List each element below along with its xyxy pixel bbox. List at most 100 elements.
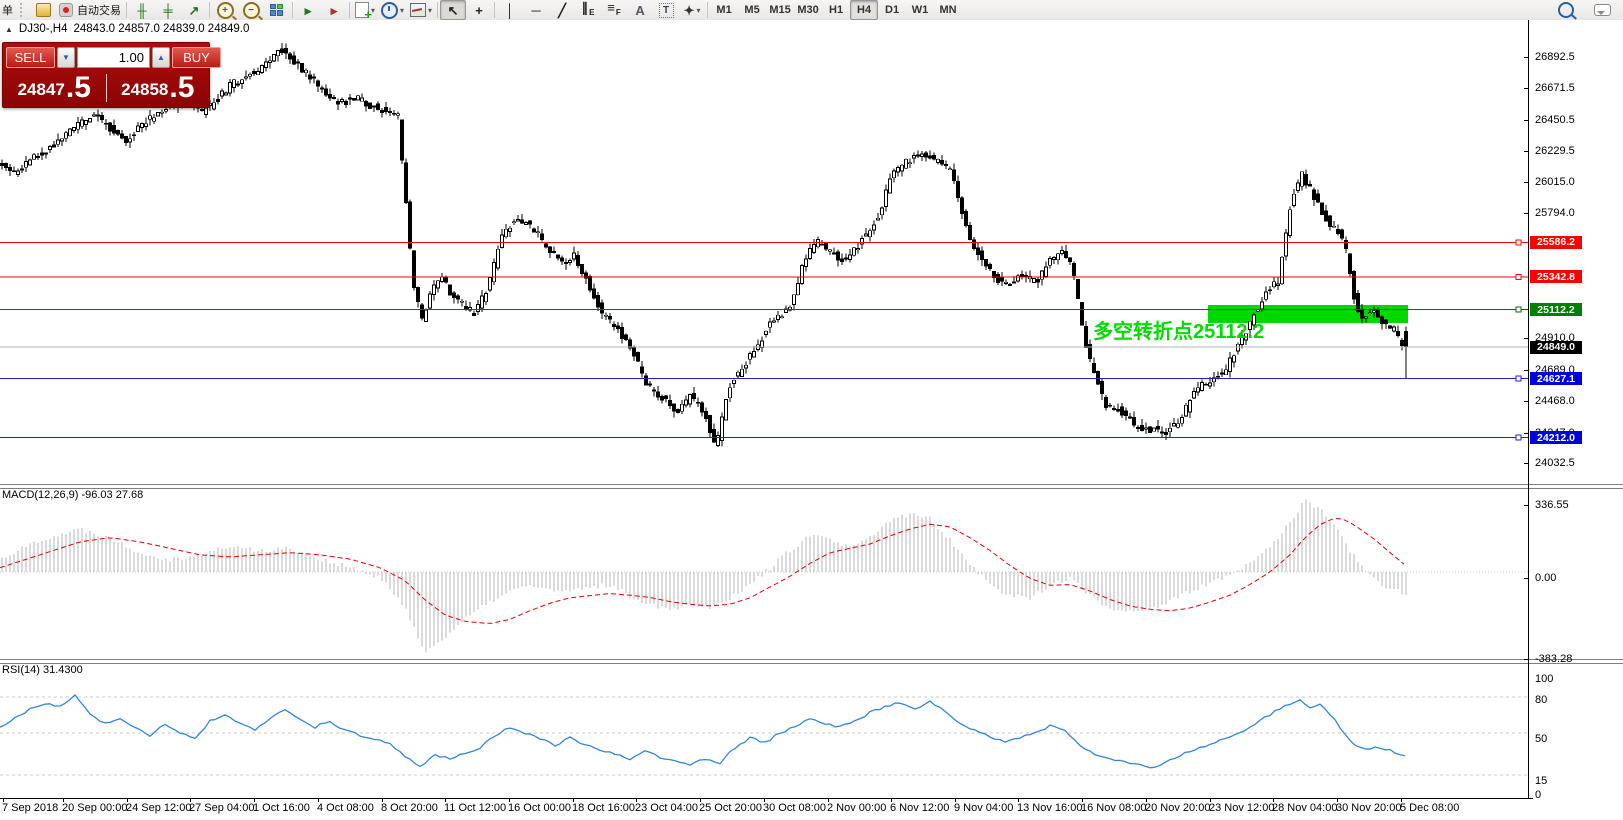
timeframe-m15[interactable]: M15 bbox=[766, 0, 794, 20]
chart-shift-icon[interactable]: ▸ bbox=[321, 0, 347, 20]
rsi-axis-label: 100 bbox=[1535, 673, 1553, 685]
level-price-label: 24212.0 bbox=[1530, 431, 1582, 444]
volume-up-button[interactable]: ▲ bbox=[152, 47, 170, 68]
axis-tick bbox=[1524, 57, 1529, 58]
volume-down-button[interactable]: ▼ bbox=[57, 47, 75, 68]
vertical-line-icon[interactable]: │ bbox=[497, 0, 523, 20]
price-axis[interactable] bbox=[1528, 20, 1529, 799]
axis-tick bbox=[1524, 433, 1529, 434]
periods-clock-icon[interactable]: ▾ bbox=[378, 0, 407, 20]
pivot-annotation[interactable]: 多空转折点25112.2 bbox=[1093, 319, 1264, 343]
axis-tick bbox=[1524, 213, 1529, 214]
macd-signal-line bbox=[0, 519, 1404, 624]
fibonacci-icon[interactable]: ≡F bbox=[601, 0, 627, 20]
price-chart-pane[interactable]: 多空转折点25112.2 bbox=[0, 20, 1528, 484]
axis-tick bbox=[1524, 578, 1529, 579]
templates-icon[interactable]: ▾ bbox=[407, 0, 435, 20]
axis-tick-label: 24032.5 bbox=[1535, 457, 1575, 469]
bar-chart-icon[interactable]: ╫ bbox=[129, 0, 155, 20]
axis-tick-label: 26015.0 bbox=[1535, 176, 1575, 188]
one-click-trading-panel: SELL ▼ 1.00 ▲ BUY 24847 .5 24858 .5 bbox=[2, 42, 210, 108]
volume-input[interactable]: 1.00 bbox=[77, 47, 150, 68]
autotrading-button[interactable]: 自动交易 bbox=[56, 0, 124, 20]
time-tick-label: 11 Oct 12:00 bbox=[444, 802, 506, 814]
rsi-axis-label: 0 bbox=[1535, 789, 1541, 801]
timeframe-d1[interactable]: D1 bbox=[878, 0, 906, 20]
equidistant-channel-icon[interactable]: ∥E bbox=[575, 0, 601, 20]
axis-tick bbox=[1524, 370, 1529, 371]
chart-window[interactable]: 多空转折点25112.2 ▲ DJ30-,H4 24843.0 24857.0 … bbox=[0, 20, 1623, 820]
new-order-icon[interactable] bbox=[30, 0, 56, 20]
cursor-icon[interactable]: ↖ bbox=[440, 0, 466, 20]
timeframe-h1[interactable]: H1 bbox=[822, 0, 850, 20]
time-tick-label: 24 Sep 12:00 bbox=[126, 802, 191, 814]
axis-tick bbox=[1524, 338, 1529, 339]
auto-scroll-icon[interactable]: ▸ bbox=[295, 0, 321, 20]
axis-tick-label: 26892.5 bbox=[1535, 51, 1575, 63]
chat-icon[interactable] bbox=[1589, 0, 1615, 20]
time-tick-label: 27 Sep 04:00 bbox=[189, 802, 254, 814]
time-tick-label: 1 Oct 16:00 bbox=[253, 802, 310, 814]
level-price-label: 25112.2 bbox=[1530, 303, 1582, 316]
chart-title: ▲ DJ30-,H4 24843.0 24857.0 24839.0 24849… bbox=[5, 23, 249, 35]
line-chart-icon[interactable]: ↗ bbox=[181, 0, 207, 20]
axis-tick bbox=[1524, 120, 1529, 121]
buy-button[interactable]: BUY bbox=[172, 47, 221, 68]
axis-tick-label: 26671.5 bbox=[1535, 82, 1575, 94]
current-price-label: 24849.0 bbox=[1530, 341, 1582, 354]
time-tick-label: 16 Nov 08:00 bbox=[1081, 802, 1146, 814]
level-price-label: 24627.1 bbox=[1530, 372, 1582, 385]
axis-tick bbox=[1524, 505, 1529, 506]
ohlc-values: 24843.0 24857.0 24839.0 24849.0 bbox=[74, 23, 250, 35]
timeframe-h4[interactable]: H4 bbox=[850, 0, 878, 20]
time-tick-label: 7 Sep 2018 bbox=[2, 802, 58, 814]
macd-indicator-label: MACD(12,26,9) -96.03 27.68 bbox=[2, 489, 143, 501]
horizontal-line-icon[interactable]: ─ bbox=[523, 0, 549, 20]
time-tick-label: 16 Oct 00:00 bbox=[508, 802, 571, 814]
ask-price[interactable]: 24858 .5 bbox=[107, 71, 210, 105]
macd-axis-label: 336.55 bbox=[1535, 499, 1569, 511]
axis-tick-label: 26450.5 bbox=[1535, 114, 1575, 126]
ask-main-digits: 24858 bbox=[121, 77, 168, 103]
macd-axis-label: 0.00 bbox=[1535, 572, 1556, 584]
one-click-toggle-icon[interactable]: ▲ bbox=[5, 25, 13, 34]
time-tick-label: 13 Nov 16:00 bbox=[1017, 802, 1082, 814]
text-label-icon[interactable]: T bbox=[653, 0, 679, 20]
time-tick-label: 4 Oct 08:00 bbox=[317, 802, 374, 814]
arrows-icon[interactable]: ✦▾ bbox=[679, 0, 705, 20]
symbol-period-label: DJ30-,H4 bbox=[19, 23, 68, 35]
autotrading-label: 自动交易 bbox=[77, 2, 121, 18]
sell-button[interactable]: SELL bbox=[6, 47, 55, 68]
text-icon[interactable]: A bbox=[627, 0, 653, 20]
time-tick-label: 5 Dec 08:00 bbox=[1400, 802, 1459, 814]
timeframe-m5[interactable]: M5 bbox=[738, 0, 766, 20]
zoom-out-icon[interactable]: − bbox=[238, 0, 264, 20]
bid-main-digits: 24847 bbox=[18, 77, 65, 103]
crosshair-icon[interactable]: + bbox=[466, 0, 492, 20]
candlestick-icon[interactable]: ╪ bbox=[155, 0, 181, 20]
zoom-in-icon[interactable]: + bbox=[212, 0, 238, 20]
time-tick-label: 23 Oct 04:00 bbox=[635, 802, 698, 814]
timeframe-mn[interactable]: MN bbox=[934, 0, 962, 20]
timeframe-m1[interactable]: M1 bbox=[710, 0, 738, 20]
macd-pane[interactable] bbox=[0, 487, 1528, 659]
trendline-icon[interactable]: ╱ bbox=[549, 0, 575, 20]
time-tick-label: 25 Oct 20:00 bbox=[699, 802, 762, 814]
axis-tick bbox=[1524, 88, 1529, 89]
axis-tick-label: 24468.0 bbox=[1535, 395, 1575, 407]
time-tick-label: 2 Nov 00:00 bbox=[827, 802, 886, 814]
bid-price[interactable]: 24847 .5 bbox=[3, 71, 106, 105]
time-tick-label: 20 Nov 20:00 bbox=[1145, 802, 1210, 814]
search-icon[interactable] bbox=[1553, 0, 1579, 20]
time-axis[interactable] bbox=[0, 798, 1533, 799]
timeframe-m30[interactable]: M30 bbox=[794, 0, 822, 20]
time-tick-label: 6 Nov 12:00 bbox=[890, 802, 949, 814]
menu-clipped-text[interactable]: 单 bbox=[2, 2, 13, 18]
indicators-add-icon[interactable]: ▾ bbox=[352, 0, 378, 20]
tile-windows-icon[interactable] bbox=[264, 0, 290, 20]
bid-big-digit: .5 bbox=[66, 73, 91, 103]
timeframe-w1[interactable]: W1 bbox=[906, 0, 934, 20]
time-tick-label: 8 Oct 20:00 bbox=[381, 802, 438, 814]
time-tick-label: 30 Oct 08:00 bbox=[763, 802, 826, 814]
rsi-pane[interactable] bbox=[0, 662, 1528, 798]
